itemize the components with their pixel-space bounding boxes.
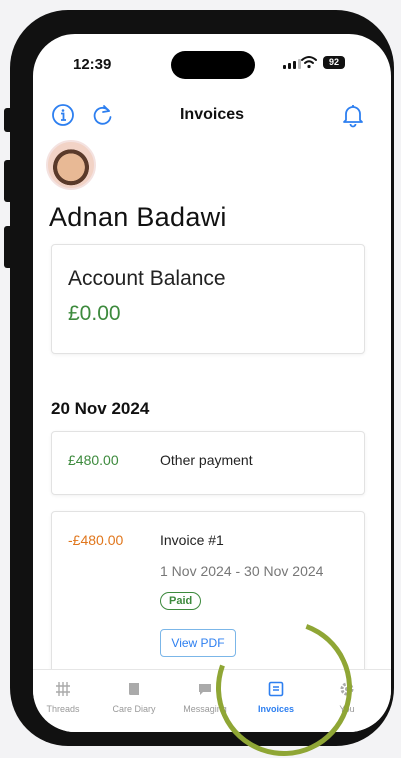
status-badge: Paid: [160, 592, 202, 610]
balance-value: £0.00: [68, 302, 121, 325]
transaction-card[interactable]: £480.00 Other payment: [51, 431, 365, 495]
transaction-amount: £480.00: [68, 452, 119, 468]
tab-messaging[interactable]: Messaging: [170, 676, 240, 714]
balance-label: Account Balance: [68, 267, 226, 290]
wifi-icon: [301, 56, 317, 69]
phone-frame: 12:39 92 Invoices Adnan Badawi Account B…: [10, 10, 394, 746]
profile-avatar[interactable]: [46, 140, 96, 190]
profile-name: Adnan Badawi: [49, 202, 227, 232]
tab-label: Care Diary: [112, 704, 156, 714]
status-bar: 12:39 92: [33, 34, 391, 94]
view-pdf-button[interactable]: View PDF: [160, 629, 236, 657]
tab-threads[interactable]: Threads: [33, 676, 98, 714]
transactions-date: 20 Nov 2024: [51, 399, 150, 418]
battery-indicator: 92: [323, 56, 345, 69]
device-stage: 12:39 92 Invoices Adnan Badawi Account B…: [0, 0, 401, 758]
top-nav-bar: Invoices: [33, 96, 391, 136]
bell-icon[interactable]: [340, 102, 366, 128]
book-icon: [128, 683, 139, 695]
tab-label: Invoices: [257, 704, 295, 714]
tab-label: Threads: [46, 704, 80, 714]
tab-care-diary[interactable]: Care Diary: [99, 676, 169, 714]
transaction-description: Other payment: [160, 452, 253, 468]
bottom-tab-bar: Threads Care Diary Messaging Invoices Yo…: [33, 669, 391, 732]
invoice-title: Invoice #1: [160, 532, 224, 548]
status-time: 12:39: [73, 56, 112, 73]
signal-icon: [283, 59, 301, 69]
gear-icon: [340, 682, 354, 696]
tab-label: You: [339, 704, 355, 714]
phone-screen: 12:39 92 Invoices Adnan Badawi Account B…: [33, 34, 391, 732]
account-balance-card: Account Balance £0.00: [51, 244, 365, 354]
invoice-card[interactable]: -£480.00 Invoice #1 1 Nov 2024 - 30 Nov …: [51, 511, 365, 691]
invoice-amount: -£480.00: [68, 532, 124, 548]
grid-icon: [56, 682, 70, 696]
invoice-icon: [268, 681, 284, 697]
dynamic-island: [171, 51, 255, 79]
invoice-period: 1 Nov 2024 - 30 Nov 2024: [160, 563, 324, 579]
tab-label: Messaging: [183, 704, 227, 714]
tab-you[interactable]: You: [312, 676, 382, 714]
tab-invoices[interactable]: Invoices: [241, 676, 311, 714]
page-title: Invoices: [179, 106, 245, 123]
chat-icon: [199, 684, 211, 695]
